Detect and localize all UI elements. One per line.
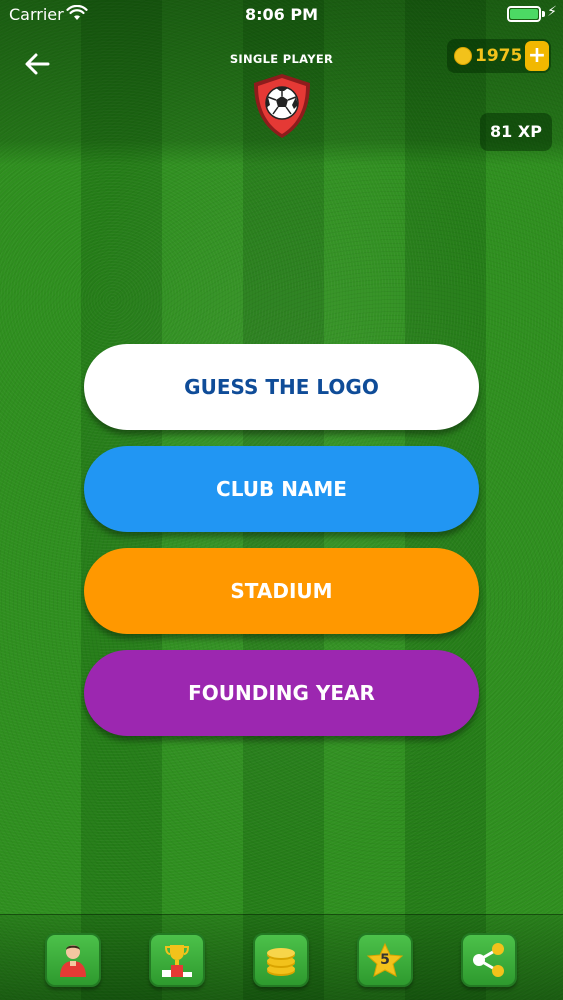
charging-icon: ⚡ xyxy=(547,4,557,20)
status-bar: Carrier 8:06 PM ⚡ xyxy=(0,0,563,30)
player-icon xyxy=(60,945,86,977)
share-icon xyxy=(473,943,504,977)
coin-balance: 1975 + xyxy=(447,39,551,73)
status-time: 8:06 PM xyxy=(244,5,318,24)
rate-button[interactable]: 5 xyxy=(357,933,413,987)
guess-the-logo-button[interactable]: GUESS THE LOGO xyxy=(84,344,479,430)
star-badge-number: 5 xyxy=(380,952,390,968)
trophy-icon xyxy=(162,945,192,977)
club-name-button[interactable]: CLUB NAME xyxy=(84,446,479,532)
store-button[interactable] xyxy=(253,933,309,987)
battery-icon xyxy=(507,6,541,22)
coin-icon xyxy=(454,47,472,65)
coin-count: 1975 xyxy=(475,46,523,66)
share-button[interactable] xyxy=(461,933,517,987)
leaderboard-button[interactable] xyxy=(149,933,205,987)
xp-badge: 81 XP xyxy=(480,113,552,151)
founding-year-button[interactable]: FOUNDING YEAR xyxy=(84,650,479,736)
stadium-button[interactable]: STADIUM xyxy=(84,548,479,634)
coins-icon xyxy=(267,948,295,976)
profile-button[interactable] xyxy=(45,933,101,987)
battery-tip xyxy=(542,11,545,17)
add-coins-button[interactable]: + xyxy=(525,41,549,71)
football-shield-icon xyxy=(254,74,310,138)
